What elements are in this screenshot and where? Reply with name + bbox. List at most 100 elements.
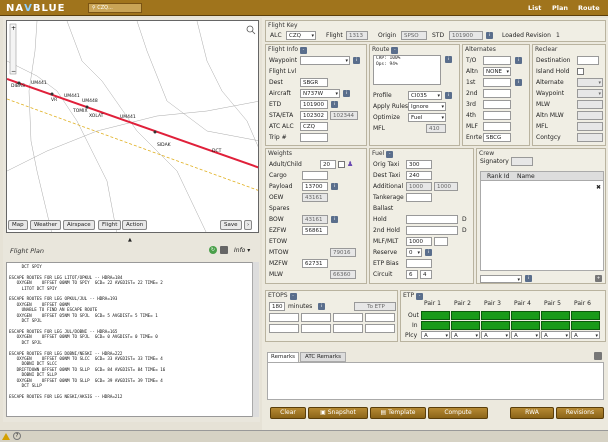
trash-icon[interactable]: [594, 352, 602, 360]
hold-field[interactable]: [406, 215, 458, 224]
print-icon[interactable]: [220, 246, 228, 254]
etops-field-2[interactable]: [301, 313, 331, 322]
circuit-field-1[interactable]: 6: [406, 270, 418, 279]
etops-field-6[interactable]: [301, 324, 331, 333]
orig-taxi-field[interactable]: 300: [406, 160, 432, 169]
flight-field[interactable]: 1313: [346, 31, 368, 40]
altn-select[interactable]: NONE: [483, 67, 511, 76]
info-icon[interactable]: i: [445, 56, 452, 63]
etp-in-pair-1[interactable]: [421, 321, 450, 330]
mzfw-field[interactable]: 62731: [302, 259, 328, 268]
enrte-field[interactable]: SBCG: [483, 133, 511, 142]
info-icon[interactable]: i: [331, 183, 338, 190]
bow-field[interactable]: 43161: [302, 215, 328, 224]
alt3-field[interactable]: [483, 100, 511, 109]
oew-field[interactable]: 43161: [302, 193, 328, 202]
origin-field[interactable]: SPSO: [401, 31, 427, 40]
tab-remarks[interactable]: Remarks: [267, 352, 299, 362]
info-icon[interactable]: i: [515, 79, 522, 86]
etops-field-5[interactable]: [269, 324, 299, 333]
clear-button[interactable]: Clear: [270, 407, 306, 419]
airspace-button[interactable]: Airspace: [63, 220, 95, 230]
etd-field[interactable]: 101900: [300, 100, 328, 109]
reclear-mfl-field[interactable]: [577, 122, 603, 131]
optimize-select[interactable]: Fuel: [408, 113, 446, 122]
etops-field-1[interactable]: [269, 313, 299, 322]
std-field[interactable]: 101900: [449, 31, 483, 40]
etops-field-3[interactable]: [333, 313, 363, 322]
nav-plan[interactable]: Plan: [552, 4, 568, 12]
etp-in-pair-6[interactable]: [571, 321, 600, 330]
refresh-icon[interactable]: ↻: [209, 246, 217, 254]
route-textbox[interactable]: CRP: 100% Ops: 94%: [373, 55, 441, 85]
circuit-field-2[interactable]: 4: [420, 270, 432, 279]
trip-field[interactable]: [300, 133, 328, 142]
save-button[interactable]: Save: [220, 220, 242, 230]
adult-child-checkbox[interactable]: [338, 161, 345, 168]
tankerage-field[interactable]: [406, 193, 432, 202]
etops-minutes-field[interactable]: 180: [269, 302, 285, 311]
plcy-select-3[interactable]: A: [481, 331, 510, 339]
help-icon[interactable]: ?: [13, 432, 21, 440]
template-button[interactable]: ▤ Template: [370, 407, 426, 419]
mlf-mlt-field[interactable]: 1000: [406, 237, 432, 246]
alc-select[interactable]: CZQ: [286, 31, 316, 40]
passenger-icon[interactable]: ♟: [347, 160, 353, 168]
reclear-alternate-select[interactable]: [577, 78, 603, 87]
adult-child-field[interactable]: 20: [320, 160, 336, 169]
to-etp-button[interactable]: To ETP: [354, 302, 396, 311]
info-icon[interactable]: i: [353, 57, 360, 64]
collapse-icon[interactable]: -: [386, 151, 394, 158]
additional-field-2[interactable]: 1000: [434, 182, 458, 191]
etp-in-pair-2[interactable]: [451, 321, 480, 330]
collapse-icon[interactable]: -: [299, 47, 307, 54]
warning-icon[interactable]: [2, 433, 10, 440]
etops-field-8[interactable]: [365, 324, 395, 333]
info-icon[interactable]: i: [331, 216, 338, 223]
remarks-textarea[interactable]: [267, 362, 604, 400]
alt1-field[interactable]: [483, 78, 511, 87]
etp-out-pair-5[interactable]: [541, 311, 570, 320]
signatory-field[interactable]: [511, 157, 533, 166]
map-button[interactable]: Map: [8, 220, 28, 230]
info-icon[interactable]: i: [331, 101, 338, 108]
etp-out-pair-3[interactable]: [481, 311, 510, 320]
info-icon[interactable]: i: [425, 249, 432, 256]
plcy-select-5[interactable]: A: [541, 331, 570, 339]
atc-alc-field[interactable]: CZQ: [300, 122, 328, 131]
sta-field[interactable]: 102302: [300, 111, 328, 120]
reclear-waypoint-select[interactable]: [577, 89, 603, 98]
splitter-icon[interactable]: ▲: [128, 237, 132, 243]
hold2-field[interactable]: [406, 226, 458, 235]
cargo-field[interactable]: [302, 171, 328, 180]
plcy-select-1[interactable]: A: [421, 331, 450, 339]
chevron-right-icon[interactable]: ›: [244, 220, 253, 230]
flight-button[interactable]: Flight: [98, 220, 122, 230]
contgcy-field[interactable]: [577, 133, 603, 142]
reserve-select[interactable]: 0: [406, 248, 422, 257]
collapse-icon[interactable]: -: [416, 293, 423, 300]
etops-field-7[interactable]: [333, 324, 363, 333]
eta-field[interactable]: 102344: [330, 111, 358, 120]
profile-select[interactable]: CI035: [408, 91, 442, 100]
search-input[interactable]: ⚲ CZQ...: [88, 3, 142, 13]
weather-button[interactable]: Weather: [30, 220, 62, 230]
close-icon[interactable]: ✖: [596, 184, 601, 191]
zoom-in-icon[interactable]: +: [11, 25, 16, 32]
mlw-field[interactable]: 66360: [330, 270, 356, 279]
info-icon[interactable]: i: [525, 275, 532, 282]
reclear-destination-field[interactable]: [577, 56, 599, 65]
route-map[interactable]: + − DIBAS UM441 VR UM441 UM448 TOMIX XOL…: [6, 20, 259, 233]
revisions-button[interactable]: Revisions: [556, 407, 604, 419]
alt4-field[interactable]: [483, 111, 511, 120]
etp-out-pair-6[interactable]: [571, 311, 600, 320]
collapse-icon[interactable]: -: [289, 293, 297, 300]
reclear-mlw-field[interactable]: [577, 100, 603, 109]
info-icon[interactable]: i: [515, 57, 522, 64]
mtow-field[interactable]: 79016: [330, 248, 356, 257]
nav-list[interactable]: List: [528, 4, 541, 12]
info-icon[interactable]: i: [343, 90, 350, 97]
flight-plan-scrollbar[interactable]: [252, 262, 259, 417]
action-button[interactable]: Action: [122, 220, 148, 230]
waypoint-select[interactable]: [300, 56, 350, 65]
